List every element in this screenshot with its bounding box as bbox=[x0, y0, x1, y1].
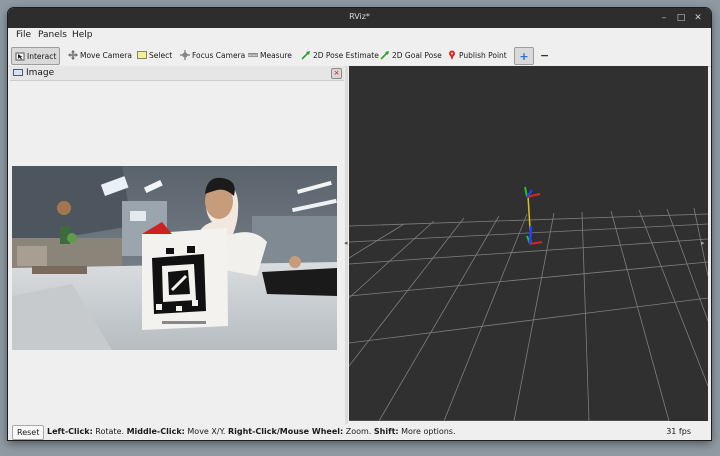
grid-display bbox=[348, 186, 709, 422]
focus-camera-tool-button[interactable]: Focus Camera bbox=[180, 47, 245, 63]
hint-key: Shift: bbox=[373, 427, 399, 436]
measure-label: Measure bbox=[260, 50, 292, 60]
maximize-button[interactable]: □ bbox=[675, 12, 687, 24]
hint-text: Zoom. bbox=[343, 427, 374, 436]
hint-key: Left-Click: bbox=[47, 427, 93, 436]
interact-tool-button[interactable]: Interact bbox=[11, 47, 61, 65]
pose-estimate-label: 2D Pose Estimate bbox=[313, 50, 379, 60]
publish-point-tool-button[interactable]: Publish Point bbox=[447, 47, 507, 63]
measure-tool-button[interactable]: Measure bbox=[247, 47, 292, 63]
move-camera-label: Move Camera bbox=[80, 50, 132, 60]
green-arrow-icon bbox=[380, 50, 390, 60]
ruler-icon bbox=[247, 50, 259, 60]
remove-tool-button[interactable]: − bbox=[540, 47, 549, 63]
select-tool-button[interactable]: Select bbox=[137, 47, 172, 63]
move-arrows-icon bbox=[68, 50, 78, 60]
status-bar: Reset Left-Click: Rotate. Middle-Click: … bbox=[8, 424, 711, 440]
close-window-button[interactable]: ✕ bbox=[692, 12, 704, 24]
menu-panels[interactable]: Panels bbox=[38, 30, 67, 40]
collapse-left-icon[interactable]: ◂ bbox=[344, 239, 348, 247]
3d-viewport[interactable] bbox=[348, 66, 709, 422]
monitor-icon bbox=[13, 69, 23, 79]
status-hint: Left-Click: Rotate. Middle-Click: Move X… bbox=[47, 427, 456, 436]
fps-counter: 31 fps bbox=[666, 427, 691, 436]
red-pin-icon bbox=[447, 50, 457, 60]
menu-bar: File Panels Help bbox=[8, 28, 711, 44]
tool-bar: Interact Move Camera Select Focus Camera… bbox=[8, 44, 711, 67]
menu-help[interactable]: Help bbox=[72, 30, 93, 40]
hint-text: Rotate. bbox=[92, 427, 127, 436]
minimize-button[interactable]: – bbox=[658, 12, 670, 24]
axes-marker bbox=[524, 186, 543, 245]
add-tool-button[interactable]: + bbox=[514, 47, 534, 65]
interact-label: Interact bbox=[27, 51, 57, 61]
goal-pose-tool-button[interactable]: 2D Goal Pose bbox=[380, 47, 442, 63]
pose-estimate-tool-button[interactable]: 2D Pose Estimate bbox=[301, 47, 379, 63]
reset-button[interactable]: Reset bbox=[12, 425, 45, 440]
publish-point-label: Publish Point bbox=[459, 50, 507, 60]
image-panel-header: Image × bbox=[10, 66, 344, 81]
select-box-icon bbox=[137, 50, 147, 60]
move-camera-tool-button[interactable]: Move Camera bbox=[68, 47, 132, 63]
image-panel: Image × bbox=[10, 66, 344, 426]
cursor-icon bbox=[15, 51, 25, 61]
hint-text: More options. bbox=[398, 427, 456, 436]
title-bar: RViz* – □ ✕ bbox=[8, 8, 711, 28]
hint-key: Right-Click/Mouse Wheel: bbox=[227, 427, 344, 436]
image-panel-title: Image bbox=[26, 68, 55, 78]
hint-key: Middle-Click: bbox=[126, 427, 185, 436]
menu-file[interactable]: File bbox=[16, 30, 31, 40]
goal-pose-label: 2D Goal Pose bbox=[392, 50, 442, 60]
rviz-window: RViz* – □ ✕ File Panels Help Interact Mo… bbox=[8, 8, 711, 440]
window-title: RViz* bbox=[349, 12, 370, 21]
collapse-right-icon[interactable]: ▸ bbox=[701, 239, 705, 247]
hint-text: Move X/Y. bbox=[184, 427, 228, 436]
focus-camera-label: Focus Camera bbox=[192, 50, 246, 60]
crosshair-icon bbox=[180, 50, 190, 60]
select-label: Select bbox=[149, 50, 173, 60]
camera-image bbox=[12, 166, 337, 350]
close-panel-icon[interactable]: × bbox=[331, 68, 342, 79]
green-arrow-icon bbox=[301, 50, 311, 60]
